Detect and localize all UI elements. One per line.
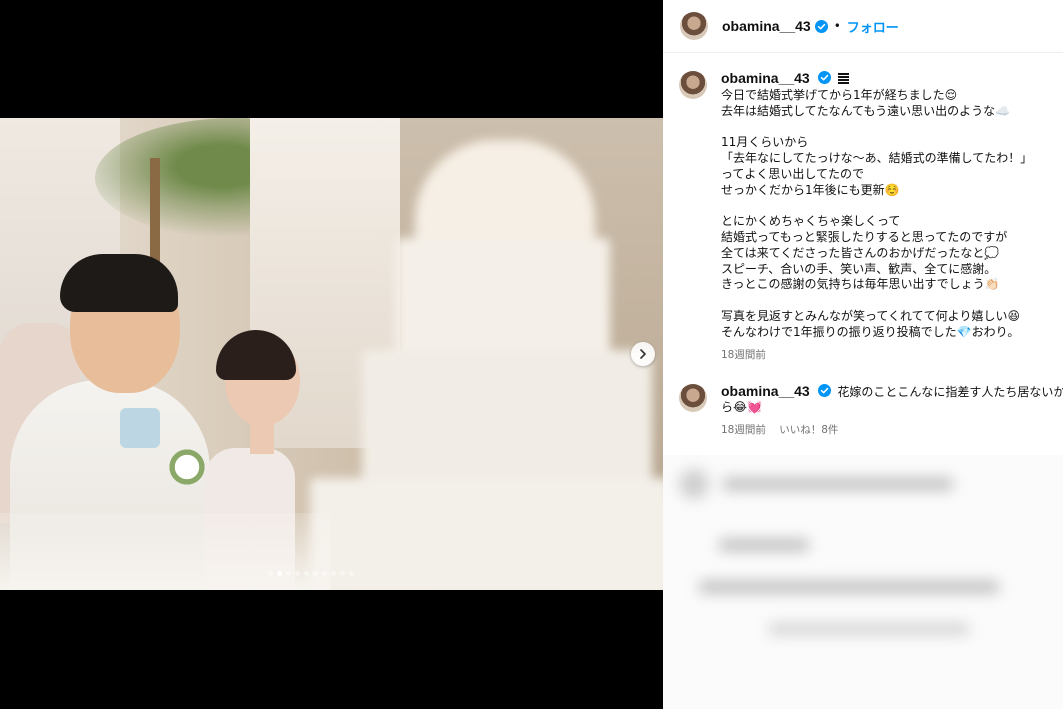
- caption: obamina__43 今日で結婚式挙げてから1年が経ちました😌 去年は結婚式して…: [679, 70, 1047, 362]
- post-photo[interactable]: [0, 118, 663, 590]
- comment-meta: 18週間前 いいね！8件: [721, 422, 1051, 437]
- chevron-right-icon: [640, 349, 646, 359]
- blurred-comments: [663, 455, 1063, 709]
- header-separator: •: [833, 19, 841, 33]
- comment-item: obamina__43 花嫁のことこんなに指差す人たち居ないか ら😂💓 18週間…: [679, 383, 1063, 438]
- caption-line: ってよく思い出してたので: [721, 166, 865, 181]
- caption-text: 今日で結婚式挙げてから1年が経ちました😌 去年は結婚式してたなんてもう遠い思い出の…: [721, 88, 1047, 341]
- comment-text-continued: ら😂💓: [721, 400, 762, 415]
- comment-username[interactable]: obamina__43: [721, 383, 810, 399]
- avatar[interactable]: [680, 12, 708, 40]
- media-pane: [0, 0, 663, 709]
- caption-line: 11月くらいから: [721, 135, 809, 150]
- comment-likes[interactable]: いいね！8件: [779, 424, 838, 436]
- instagram-post-viewer: obamina__43 • フォロー obamina__43 今日で結婚式挙げて…: [0, 0, 1063, 709]
- caption-line: スピーチ、合いの手、笑い声、歓声、全てに感謝。: [721, 261, 997, 276]
- carousel-indicator: [268, 571, 354, 576]
- caption-line: 結婚式ってもっと緊張したりすると思ってたのですが: [721, 229, 1008, 244]
- caption-line: 全ては来てくださった皆さんのおかげだったなと💭: [721, 245, 1000, 260]
- caption-line: 今日で結婚式挙げてから1年が経ちました😌: [721, 87, 958, 102]
- caption-line: [721, 119, 1047, 135]
- comment-line-1: obamina__43 花嫁のことこんなに指差す人たち居ないか: [721, 383, 1063, 401]
- carousel-dot: [277, 571, 282, 576]
- caption-line: 写真を見返すとみんなが笑ってくれてて何より嬉しい😆: [721, 308, 1020, 323]
- avatar[interactable]: [679, 71, 707, 99]
- carousel-dot: [340, 571, 345, 576]
- caption-line: 「去年なにしてたっけな〜あ、結婚式の準備してたわ！」: [721, 150, 1033, 165]
- verified-badge-icon: [817, 71, 831, 84]
- caption-line: そんなわけで1年振りの振り返り投稿でした💎おわり。: [721, 324, 1020, 339]
- post-header: obamina__43 • フォロー: [663, 0, 1063, 53]
- carousel-dot: [322, 571, 327, 576]
- carousel-dot: [295, 571, 300, 576]
- avatar[interactable]: [679, 383, 707, 412]
- carousel-dot: [268, 571, 273, 576]
- caption-username[interactable]: obamina__43: [721, 70, 810, 86]
- caption-timestamp[interactable]: 18週間前: [721, 349, 766, 361]
- caption-line: 去年は結婚式してたなんてもう遠い思い出のような☁️: [721, 103, 1011, 118]
- caption-meta: 18週間前: [721, 347, 1047, 362]
- caption-line: [721, 293, 1047, 309]
- verified-badge-icon: [817, 383, 831, 397]
- comment-text: 花嫁のことこんなに指差す人たち居ないか: [837, 384, 1063, 399]
- caption-line: とにかくめちゃくちゃ楽しくって: [721, 214, 901, 229]
- comment-timestamp[interactable]: 18週間前: [721, 424, 766, 436]
- carousel-dot: [286, 571, 291, 576]
- caption-line: せっかくだから1年後にも更新☺️: [721, 182, 900, 197]
- header-username[interactable]: obamina__43: [722, 18, 811, 34]
- caption-header: obamina__43: [721, 70, 1047, 88]
- carousel-dot: [349, 571, 354, 576]
- comments-list: obamina__43 今日で結婚式挙げてから1年が経ちました😌 去年は結婚式して…: [663, 53, 1063, 437]
- verified-badge-icon: [814, 19, 828, 33]
- post-side-panel: obamina__43 • フォロー obamina__43 今日で結婚式挙げて…: [663, 0, 1063, 709]
- carousel-dot: [304, 571, 309, 576]
- caption-line: きっとこの感謝の気持ちは毎年思い出すでしょう👏🏻: [721, 277, 1000, 292]
- carousel-dot: [313, 571, 318, 576]
- carousel-dot: [331, 571, 336, 576]
- next-photo-button[interactable]: [631, 342, 655, 366]
- caption-flag-icon: [838, 73, 850, 85]
- caption-line: [721, 198, 1047, 214]
- follow-button[interactable]: フォロー: [847, 17, 899, 36]
